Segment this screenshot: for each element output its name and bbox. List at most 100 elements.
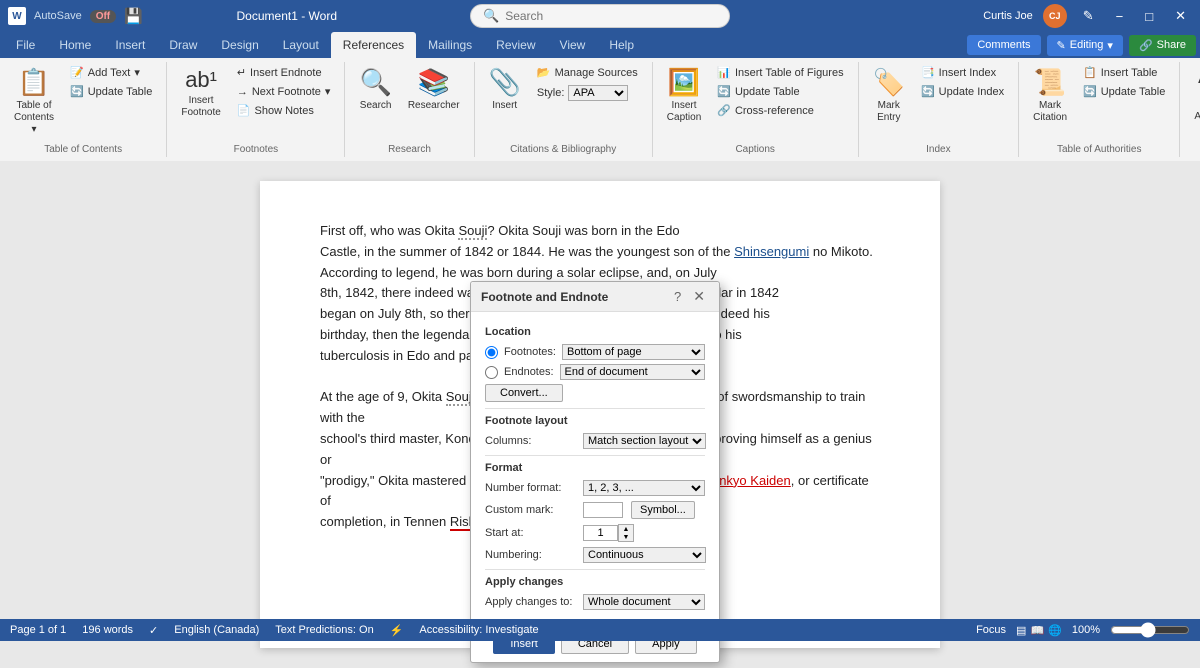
- autosave-toggle[interactable]: Off: [90, 10, 116, 23]
- dialog-body: Location Footnotes: Bottom of page Below…: [471, 312, 719, 625]
- tab-view[interactable]: View: [548, 32, 598, 58]
- style-select[interactable]: APA MLA Chicago: [568, 85, 628, 101]
- apply-changes-section: Apply changes: [485, 576, 705, 588]
- footnotes-position-select[interactable]: Bottom of page Below text: [562, 344, 705, 360]
- divider-2: [485, 455, 705, 456]
- index-stack: 📑 Insert Index 🔄 Update Index: [915, 64, 1010, 100]
- word-logo: W: [8, 7, 26, 25]
- tab-draw[interactable]: Draw: [157, 32, 209, 58]
- researcher-button[interactable]: 📚 Researcher: [402, 64, 466, 115]
- dialog-help-button[interactable]: ?: [670, 288, 685, 305]
- edit-icon[interactable]: ✎: [1077, 8, 1100, 24]
- endnotes-position-select[interactable]: End of document End of section: [560, 364, 705, 380]
- insert-endnote-button[interactable]: ↵ Insert Endnote: [231, 64, 337, 81]
- mark-entry-button[interactable]: 🏷️ MarkEntry: [867, 64, 911, 127]
- tab-file[interactable]: File: [4, 32, 47, 58]
- maximize-button[interactable]: □: [1139, 9, 1159, 24]
- footnote-layout-section: Footnote layout: [485, 415, 705, 427]
- manage-sources-button[interactable]: 📂 Manage Sources: [531, 64, 644, 81]
- search-button[interactable]: 🔍 Search: [353, 64, 397, 115]
- save-icon[interactable]: 💾: [124, 7, 143, 25]
- statusbar-right: Focus ▤ 📖 🌐 100%: [976, 622, 1190, 638]
- update-index-button[interactable]: 🔄 Update Index: [915, 83, 1010, 100]
- search-box[interactable]: 🔍: [470, 4, 730, 28]
- table-of-contents-button[interactable]: 📋 Table ofContents ▾: [8, 64, 60, 139]
- tab-mailings[interactable]: Mailings: [416, 32, 484, 58]
- custom-mark-row: Custom mark: Symbol...: [485, 501, 705, 519]
- start-at-input[interactable]: [583, 525, 618, 541]
- authorities-group-label: Table of Authorities: [1057, 144, 1142, 155]
- group-research-content: 🔍 Search 📚 Researcher: [353, 64, 465, 155]
- dialog-close-button[interactable]: ✕: [689, 288, 709, 305]
- symbol-button[interactable]: Symbol...: [631, 501, 695, 519]
- custom-mark-input[interactable]: [583, 502, 623, 518]
- update-table-authorities-button[interactable]: 🔄 Update Table: [1077, 83, 1171, 100]
- insert-footnote-button[interactable]: ab¹ Insert Footnote: [175, 64, 226, 122]
- group-citations-content: 📎 Insert 📂 Manage Sources Style: APA MLA…: [483, 64, 644, 155]
- group-citations: 📎 Insert 📂 Manage Sources Style: APA MLA…: [475, 62, 653, 157]
- tab-layout[interactable]: Layout: [271, 32, 331, 58]
- editing-button[interactable]: ✎ Editing ▾: [1047, 35, 1123, 56]
- citations-stack: 📂 Manage Sources Style: APA MLA Chicago: [531, 64, 644, 103]
- autosave-state: Off: [96, 11, 110, 22]
- user-avatar[interactable]: CJ: [1043, 4, 1067, 28]
- dialog-titlebar: Footnote and Endnote ? ✕: [471, 282, 719, 312]
- group-authorities-content: 📜 MarkCitation 📋 Insert Table 🔄 Update T…: [1027, 64, 1171, 155]
- insert-citation-button[interactable]: 📎 Insert: [483, 64, 527, 115]
- comments-button[interactable]: Comments: [967, 35, 1040, 55]
- acronyms-button[interactable]: ABC? Acronyms: [1188, 64, 1200, 126]
- number-format-select[interactable]: 1, 2, 3, ... a, b, c, ... A, B, C, ... i…: [583, 480, 705, 496]
- tab-references[interactable]: References: [331, 32, 416, 58]
- language[interactable]: English (Canada): [174, 624, 259, 636]
- print-layout-icon[interactable]: ▤: [1016, 624, 1026, 637]
- tab-review[interactable]: Review: [484, 32, 547, 58]
- close-button[interactable]: ✕: [1169, 8, 1192, 24]
- columns-select[interactable]: Match section layout 1 2 3: [583, 433, 706, 449]
- add-text-button[interactable]: 📝 Add Text ▾: [64, 64, 158, 81]
- ribbon-tabs: File Home Insert Draw Design Layout Refe…: [0, 32, 1200, 58]
- mark-citation-icon: 📜: [1034, 67, 1066, 98]
- numbering-select[interactable]: Continuous Restart each section Restart …: [583, 547, 706, 563]
- search-input[interactable]: [505, 9, 705, 23]
- spinner-down[interactable]: ▼: [619, 533, 633, 541]
- titlebar: W AutoSave Off 💾 Document1 - Word 🔍 Curt…: [0, 0, 1200, 32]
- read-mode-icon[interactable]: 📖: [1030, 624, 1044, 637]
- authorities-stack: 📋 Insert Table 🔄 Update Table: [1077, 64, 1171, 100]
- tab-design[interactable]: Design: [209, 32, 270, 58]
- update-authorities-icon: 🔄: [1083, 85, 1097, 98]
- focus-label[interactable]: Focus: [976, 624, 1006, 636]
- cross-reference-button[interactable]: 🔗 Cross-reference: [711, 102, 849, 119]
- mark-citation-button[interactable]: 📜 MarkCitation: [1027, 64, 1073, 127]
- titlebar-left: W AutoSave Off 💾 Document1 - Word: [8, 7, 403, 25]
- apply-changes-to-select[interactable]: Whole document This section: [583, 594, 705, 610]
- insert-footnote-icon: ab¹: [185, 67, 217, 93]
- group-insights: ABC? Acronyms Insights: [1180, 62, 1200, 157]
- tab-help[interactable]: Help: [597, 32, 646, 58]
- update-table-captions-button[interactable]: 🔄 Update Table: [711, 83, 849, 100]
- convert-button[interactable]: Convert...: [485, 384, 563, 402]
- view-icons: ▤ 📖 🌐: [1016, 624, 1062, 637]
- minimize-button[interactable]: −: [1110, 9, 1130, 24]
- footnotes-radio[interactable]: [485, 346, 498, 359]
- insert-table-of-figures-button[interactable]: 📊 Insert Table of Figures: [711, 64, 849, 81]
- insert-caption-button[interactable]: 🖼️ InsertCaption: [661, 64, 707, 127]
- accessibility-status[interactable]: Accessibility: Investigate: [419, 624, 538, 636]
- toc-stack: 📝 Add Text ▾ 🔄 Update Table: [64, 64, 158, 100]
- shinsengumi-link[interactable]: Shinsengumi: [734, 244, 809, 259]
- zoom-slider[interactable]: [1110, 622, 1190, 638]
- show-notes-button[interactable]: 📄 Show Notes: [231, 102, 337, 119]
- footnote-endnote-dialog: Footnote and Endnote ? ✕ Location Footno…: [470, 281, 720, 663]
- next-footnote-button[interactable]: → Next Footnote ▾: [231, 83, 337, 100]
- text-predictions[interactable]: Text Predictions: On: [275, 624, 373, 636]
- web-layout-icon[interactable]: 🌐: [1048, 624, 1062, 637]
- proofread-icon[interactable]: ✓: [149, 624, 158, 637]
- update-table-button[interactable]: 🔄 Update Table: [64, 83, 158, 100]
- share-button[interactable]: 🔗 Share: [1129, 35, 1196, 56]
- insert-index-button[interactable]: 📑 Insert Index: [915, 64, 1010, 81]
- tab-home[interactable]: Home: [47, 32, 103, 58]
- show-notes-icon: 📄: [237, 104, 251, 117]
- tab-insert[interactable]: Insert: [103, 32, 157, 58]
- endnotes-radio[interactable]: [485, 366, 498, 379]
- spinner-up[interactable]: ▲: [619, 525, 633, 533]
- insert-table-authorities-button[interactable]: 📋 Insert Table: [1077, 64, 1171, 81]
